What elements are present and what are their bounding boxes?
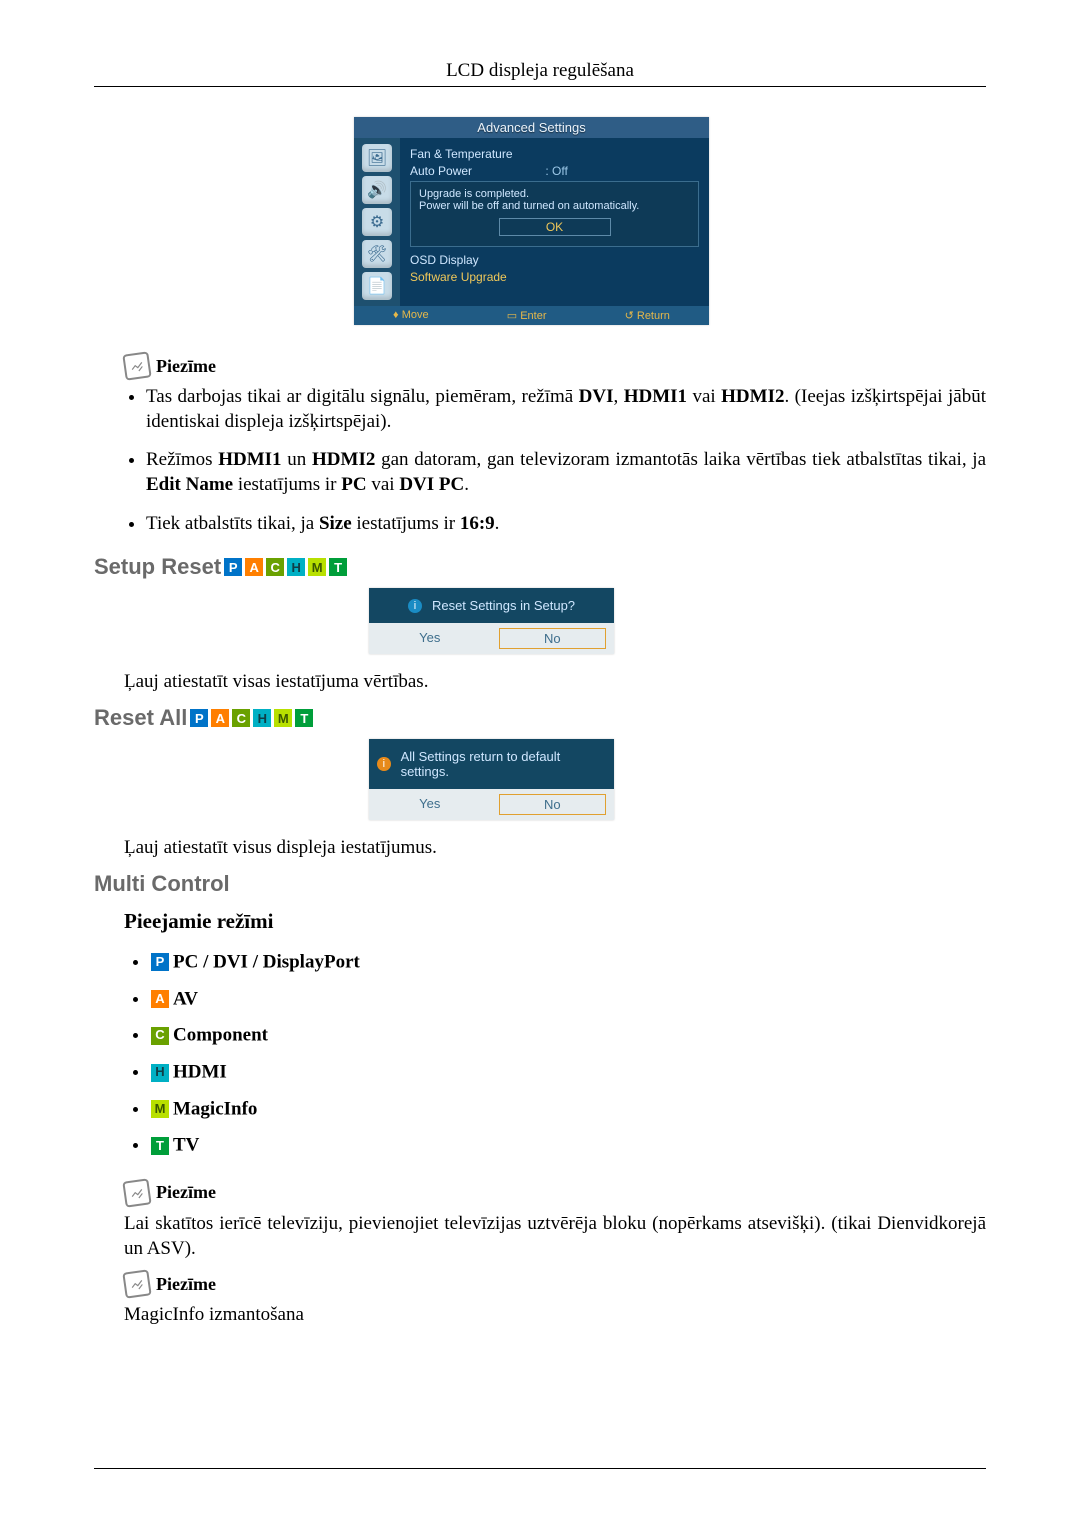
mode-icon-h: H — [253, 709, 271, 727]
note2-text: Lai skatītos ierīcē televīziju, pievieno… — [124, 1212, 986, 1261]
mode-icon-h: H — [287, 558, 305, 576]
osd-upgrade-line2: Power will be off and turned on automati… — [419, 200, 690, 212]
note1-list: Tas darbojas tikai ar digitālu signālu, … — [94, 385, 986, 536]
top-rule — [94, 86, 986, 87]
mode-icon-h: H — [151, 1064, 169, 1082]
mode-icon-t: T — [151, 1137, 169, 1155]
info-icon: i — [377, 757, 391, 771]
mode-icon-p: P — [151, 953, 169, 971]
note-icon — [122, 1270, 151, 1299]
note-label-2: Piezīme — [156, 1182, 216, 1203]
mode-tv: TTV — [150, 1127, 986, 1164]
setup-reset-heading: Setup Reset P A C H M T — [94, 554, 986, 580]
mode-icon-m: M — [151, 1100, 169, 1118]
osd-title: Advanced Settings — [354, 117, 709, 138]
mode-icon-p: P — [224, 558, 242, 576]
note-label-1: Piezīme — [156, 356, 216, 377]
osd-row-osd-display: OSD Display — [410, 253, 699, 267]
osd-row-software-upgrade: Software Upgrade — [410, 270, 699, 284]
setup-reset-desc: Ļauj atiestatīt visas iestatījuma vērtīb… — [124, 670, 986, 695]
note-icon — [122, 351, 151, 380]
osd-icon-info: 📄 — [362, 272, 392, 300]
mode-icon-m: M — [308, 558, 326, 576]
setup-reset-dialog: i Reset Settings in Setup? Yes No — [369, 588, 614, 654]
osd-foot-return: ↺ Return — [625, 309, 670, 322]
osd-icon-setup: ⚙ — [362, 208, 392, 236]
reset-all-desc: Ļauj atiestatīt visus displeja iestatīju… — [124, 836, 986, 861]
note3-text: MagicInfo izmantošana — [124, 1303, 986, 1328]
available-modes-heading: Pieejamie režīmi — [124, 909, 986, 934]
mode-hdmi: HHDMI — [150, 1054, 986, 1091]
setup-reset-no[interactable]: No — [499, 628, 607, 649]
osd-foot-enter: ▭ Enter — [507, 309, 547, 322]
mode-icon-c: C — [266, 558, 284, 576]
note1-item-2: Režīmos HDMI1 un HDMI2 gan datoram, gan … — [146, 448, 986, 497]
page-title: LCD displeja regulēšana — [94, 60, 986, 82]
mode-icon-a: A — [151, 990, 169, 1008]
osd-icon-sound: 🔊 — [362, 176, 392, 204]
note-icon — [122, 1178, 151, 1207]
osd-footer: ♦ Move ▭ Enter ↺ Return — [354, 306, 709, 325]
mode-icon-c: C — [151, 1027, 169, 1045]
osd-upgrade-box: Upgrade is completed. Power will be off … — [410, 181, 699, 247]
mode-icon-t: T — [295, 709, 313, 727]
reset-all-heading: Reset All P A C H M T — [94, 705, 986, 731]
setup-reset-yes[interactable]: Yes — [377, 628, 483, 649]
mode-icon-c: C — [232, 709, 250, 727]
osd-foot-move: ♦ Move — [393, 309, 429, 322]
note-label-3: Piezīme — [156, 1274, 216, 1295]
multi-control-heading: Multi Control — [94, 871, 986, 897]
mode-icon-a: A — [211, 709, 229, 727]
mode-component: CComponent — [150, 1017, 986, 1054]
mode-icon-a: A — [245, 558, 263, 576]
osd-side-icons: 🖼 🔊 ⚙ 🛠 📄 — [354, 138, 400, 306]
note-heading-2: Piezīme — [124, 1180, 986, 1206]
mode-icon-t: T — [329, 558, 347, 576]
osd-icon-picture: 🖼 — [362, 144, 392, 172]
osd-row-autopower: Auto Power : Off — [410, 164, 699, 178]
reset-all-dialog-text: All Settings return to default settings. — [401, 749, 606, 779]
info-icon: i — [408, 599, 422, 613]
osd-ok-button[interactable]: OK — [499, 218, 611, 236]
reset-all-no[interactable]: No — [499, 794, 607, 815]
note-heading-3: Piezīme — [124, 1271, 986, 1297]
reset-all-yes[interactable]: Yes — [377, 794, 483, 815]
osd-autopower-label: Auto Power — [410, 164, 472, 178]
mode-list: PPC / DVI / DisplayPort AAV CComponent H… — [94, 944, 986, 1164]
setup-reset-dialog-text: Reset Settings in Setup? — [432, 598, 575, 613]
note1-item-1: Tas darbojas tikai ar digitālu signālu, … — [146, 385, 986, 434]
osd-row-fan: Fan & Temperature — [410, 147, 699, 161]
mode-icon-m: M — [274, 709, 292, 727]
bottom-rule — [94, 1468, 986, 1469]
note-heading-1: Piezīme — [124, 353, 986, 379]
mode-magicinfo: MMagicInfo — [150, 1091, 986, 1128]
mode-icon-p: P — [190, 709, 208, 727]
mode-pc: PPC / DVI / DisplayPort — [150, 944, 986, 981]
note1-item-3: Tiek atbalstīts tikai, ja Size iestatīju… — [146, 512, 986, 537]
osd-panel: Advanced Settings 🖼 🔊 ⚙ 🛠 📄 Fan & Temper… — [354, 117, 709, 325]
osd-upgrade-line1: Upgrade is completed. — [419, 188, 690, 200]
mode-av: AAV — [150, 981, 986, 1018]
osd-autopower-value: : Off — [545, 164, 567, 178]
osd-icon-multi: 🛠 — [362, 240, 392, 268]
reset-all-dialog: i All Settings return to default setting… — [369, 739, 614, 820]
